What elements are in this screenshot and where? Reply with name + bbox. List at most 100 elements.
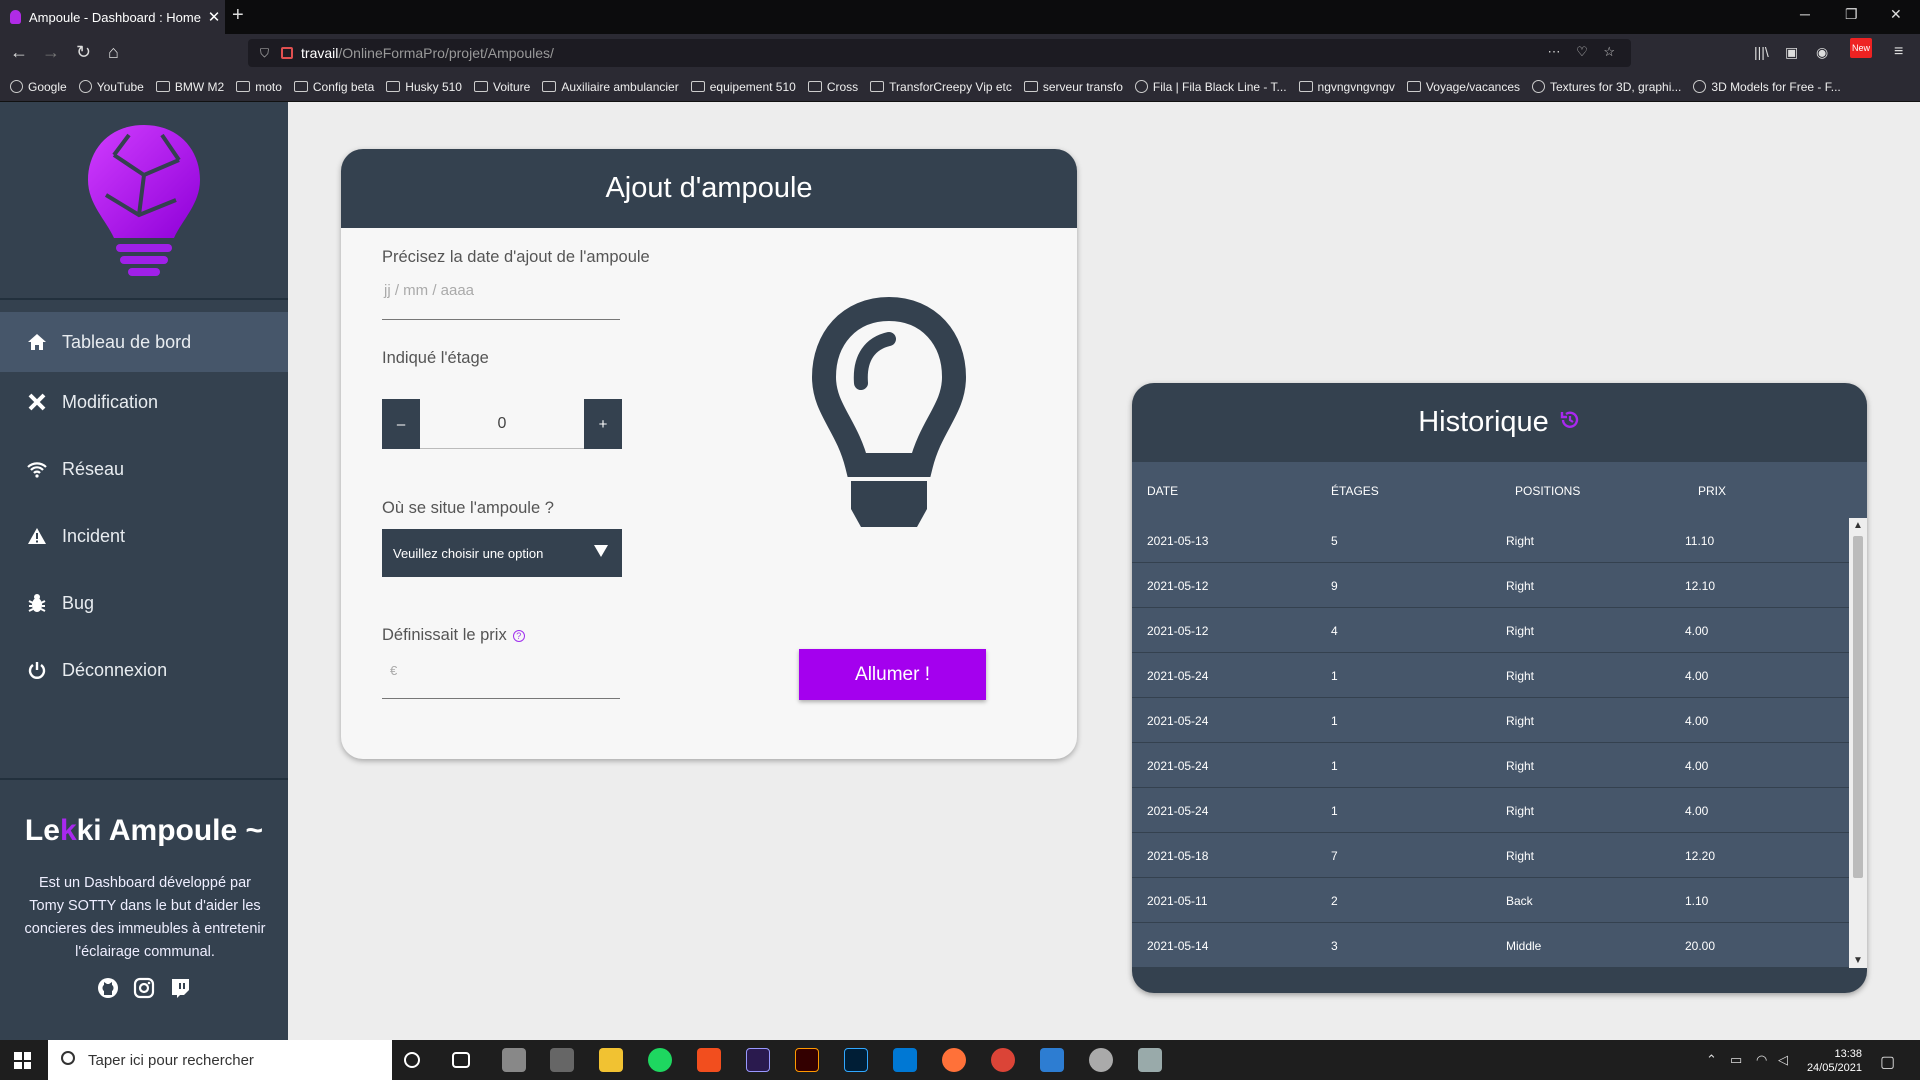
file-explorer-icon[interactable] [599,1048,623,1072]
bookmark-item[interactable]: Fila | Fila Black Line - T... [1134,80,1287,94]
photos-icon[interactable] [1040,1048,1064,1072]
github-icon[interactable] [96,976,120,1000]
bookmark-item[interactable]: Voiture [473,80,530,94]
photoshop-icon[interactable] [844,1048,868,1072]
table-row[interactable]: 2021-05-14 3 Middle 20.00 [1132,923,1849,968]
sidebar-item-tools[interactable]: Modification [0,372,288,432]
position-select[interactable]: Veuillez choisir une option [382,529,622,577]
table-row[interactable]: 2021-05-24 1 Right 4.00 [1132,788,1849,833]
figma-icon[interactable] [697,1048,721,1072]
browser-tab[interactable]: Ampoule - Dashboard : Home ✕ [0,0,225,34]
folder-icon [386,81,401,92]
app-icon[interactable] [502,1048,526,1072]
submit-button[interactable]: Allumer ! [799,649,986,700]
table-row[interactable]: 2021-05-24 1 Right 4.00 [1132,743,1849,788]
scroll-down-icon[interactable]: ▼ [1853,955,1863,966]
table-scrollbar[interactable]: ▲ ▼ [1849,518,1867,968]
sidebar-toggle-icon[interactable]: ▣ [1785,42,1798,62]
bookmark-item[interactable]: serveur transfo [1023,80,1123,94]
bookmark-item[interactable]: BMW M2 [155,80,224,94]
app-icon[interactable] [1089,1048,1113,1072]
column-header[interactable]: DATE [1147,484,1178,498]
table-row[interactable]: 2021-05-12 9 Right 12.10 [1132,563,1849,608]
bookmark-item[interactable]: Config beta [293,80,374,94]
wifi-tray-icon[interactable]: ◠ [1756,1052,1767,1068]
sidebar-item-power[interactable]: Déconnexion [0,640,288,700]
notifications-icon[interactable]: ▢ [1880,1052,1895,1072]
table-row[interactable]: 2021-05-13 5 Right 11.10 [1132,518,1849,563]
close-tab-icon[interactable]: ✕ [203,8,225,26]
table-row[interactable]: 2021-05-18 7 Right 12.20 [1132,833,1849,878]
taskbar-search[interactable]: Taper ici pour rechercher [48,1040,392,1080]
floor-decrement-button[interactable]: – [382,399,420,449]
page-actions-icons[interactable]: ⋯ ♡ ☆ [1547,44,1621,60]
bookmark-item[interactable]: TransforCreepy Vip etc [870,80,1012,94]
new-tab-icon[interactable]: + [232,4,244,27]
table-row[interactable]: 2021-05-24 1 Right 4.00 [1132,653,1849,698]
column-header[interactable]: POSITIONS [1515,484,1580,498]
price-underline [382,698,620,699]
reload-icon[interactable]: ↻ [76,42,91,62]
sidebar-item-bug[interactable]: Bug [0,573,288,633]
chrome-icon[interactable] [991,1048,1015,1072]
twitch-icon[interactable] [168,976,192,1000]
scrollbar-thumb[interactable] [1853,536,1863,878]
instagram-icon[interactable] [132,976,156,1000]
table-row[interactable]: 2021-05-24 1 Right 4.00 [1132,698,1849,743]
back-icon[interactable]: ← [10,42,28,62]
floor-value-input[interactable]: 0 [420,399,584,449]
floor-increment-button[interactable]: + [584,399,622,449]
menu-icon[interactable]: ≡ [1894,42,1903,62]
home-browser-icon[interactable]: ⌂ [108,42,119,62]
account-icon[interactable]: ◉ [1816,42,1828,62]
url-host: travail [301,45,339,61]
window-close-icon[interactable]: ✕ [1890,6,1902,23]
bookmark-item[interactable]: Cross [807,80,858,94]
app-icon[interactable] [1138,1048,1162,1072]
cortana-icon[interactable] [404,1052,420,1068]
column-header[interactable]: ÉTAGES [1331,484,1379,498]
after-effects-icon[interactable] [746,1048,770,1072]
windows-start-icon[interactable] [14,1052,31,1069]
brand-description: Est un Dashboard développé par Tomy SOTT… [24,875,266,960]
bookmark-item[interactable]: YouTube [78,80,144,94]
unity-icon[interactable] [550,1048,574,1072]
minimize-icon[interactable]: ─ [1800,6,1810,22]
clock[interactable]: 13:38 24/05/2021 [1807,1047,1862,1075]
restore-icon[interactable]: ❐ [1845,6,1858,23]
bookmark-item[interactable]: ngvngvngvngv [1298,80,1395,94]
illustrator-icon[interactable] [795,1048,819,1072]
column-header[interactable]: PRIX [1698,484,1726,498]
forward-icon[interactable]: → [42,42,60,62]
bookmark-item[interactable]: equipement 510 [690,80,796,94]
sidebar-item-dashboard[interactable]: Tableau de bord [0,312,288,372]
bookmark-item[interactable]: Auxiliaire ambulancier [542,80,679,94]
table-cell: 12.20 [1685,849,1716,863]
scroll-up-icon[interactable]: ▲ [1853,520,1863,531]
bookmark-item[interactable]: Voyage/vacances [1406,79,1520,94]
vscode-icon[interactable] [893,1048,917,1072]
firefox-icon[interactable] [942,1048,966,1072]
date-input[interactable]: jj / mm / aaaa [384,282,474,299]
spotify-icon[interactable] [648,1048,672,1072]
tray-chevron-icon[interactable]: ⌃ [1706,1052,1717,1068]
sidebar-item-warning[interactable]: Incident [0,506,288,566]
battery-icon[interactable]: ▭ [1730,1052,1742,1068]
bookmarks-bar: Google YouTube BMW M2 moto Config beta Husky … [0,72,1920,102]
task-view-icon[interactable] [452,1052,470,1068]
help-icon[interactable]: ? [512,629,525,642]
bookmark-label: Voyage/vacances [1425,79,1520,94]
table-cell: 2021-05-12 [1147,579,1209,593]
address-bar[interactable]: ⛉ travail /OnlineFormaPro/projet/Ampoule… [248,39,1631,67]
library-icon[interactable]: |||\ [1754,42,1769,62]
bookmark-item[interactable]: moto [236,80,282,94]
table-row[interactable]: 2021-05-12 4 Right 4.00 [1132,608,1849,653]
bookmark-item[interactable]: Husky 510 [386,80,462,94]
bookmark-item[interactable]: 3D Models for Free - F... [1693,80,1841,94]
price-input[interactable]: € [390,663,397,678]
bookmark-item[interactable]: Google [10,80,67,94]
bookmark-item[interactable]: Textures for 3D, graphi... [1532,80,1681,94]
table-row[interactable]: 2021-05-11 2 Back 1.10 [1132,878,1849,923]
sidebar-item-wifi[interactable]: Réseau [0,439,288,499]
volume-icon[interactable]: ◁ [1778,1052,1788,1068]
